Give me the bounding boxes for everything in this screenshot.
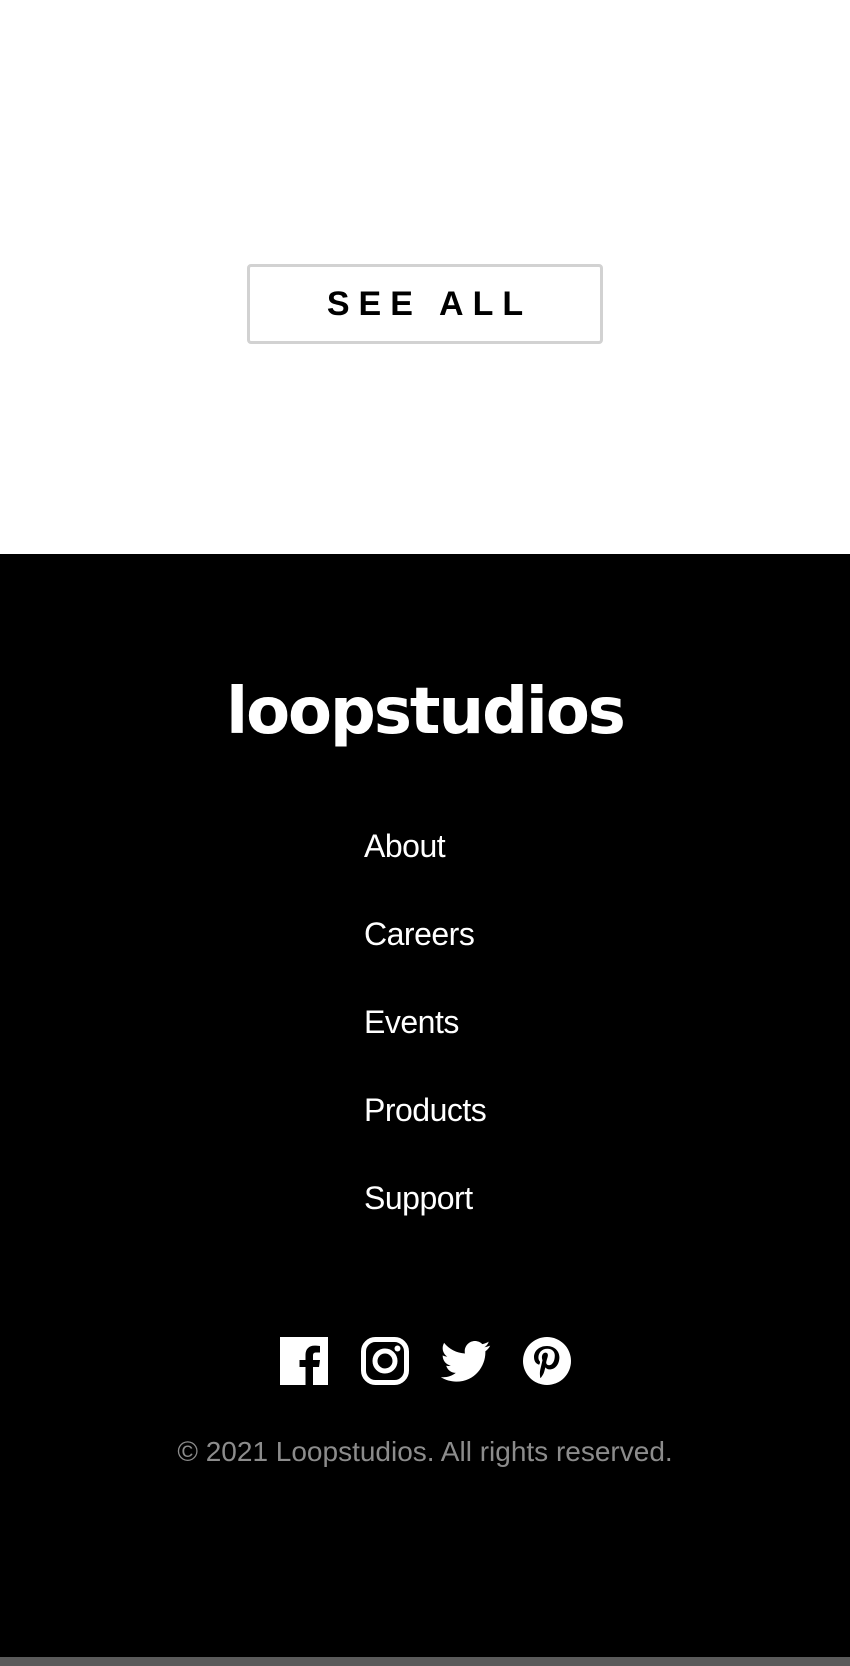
- instagram-icon[interactable]: [360, 1336, 410, 1386]
- social-links: [0, 1336, 850, 1386]
- copyright-text: © 2021 Loopstudios. All rights reserved.: [177, 1436, 673, 1467]
- site-footer: loopstudios About Careers Events Product…: [0, 554, 850, 1657]
- facebook-icon[interactable]: [279, 1336, 329, 1386]
- twitter-icon[interactable]: [440, 1336, 491, 1386]
- footer-nav-support[interactable]: Support: [364, 1178, 486, 1266]
- footer-nav-products[interactable]: Products: [364, 1090, 487, 1178]
- footer-nav-careers[interactable]: Careers: [364, 914, 486, 1002]
- footer-nav-about[interactable]: About: [364, 826, 486, 914]
- footer-nav: About Careers Events Products Support: [364, 826, 487, 1266]
- pinterest-icon[interactable]: [522, 1336, 572, 1386]
- see-all-button[interactable]: SEE ALL: [247, 264, 603, 344]
- footer-logo[interactable]: loopstudios: [0, 672, 850, 752]
- footer-nav-events[interactable]: Events: [364, 1002, 486, 1090]
- bottom-scroll-bar: [0, 1657, 850, 1666]
- main-section: SEE ALL: [0, 0, 850, 554]
